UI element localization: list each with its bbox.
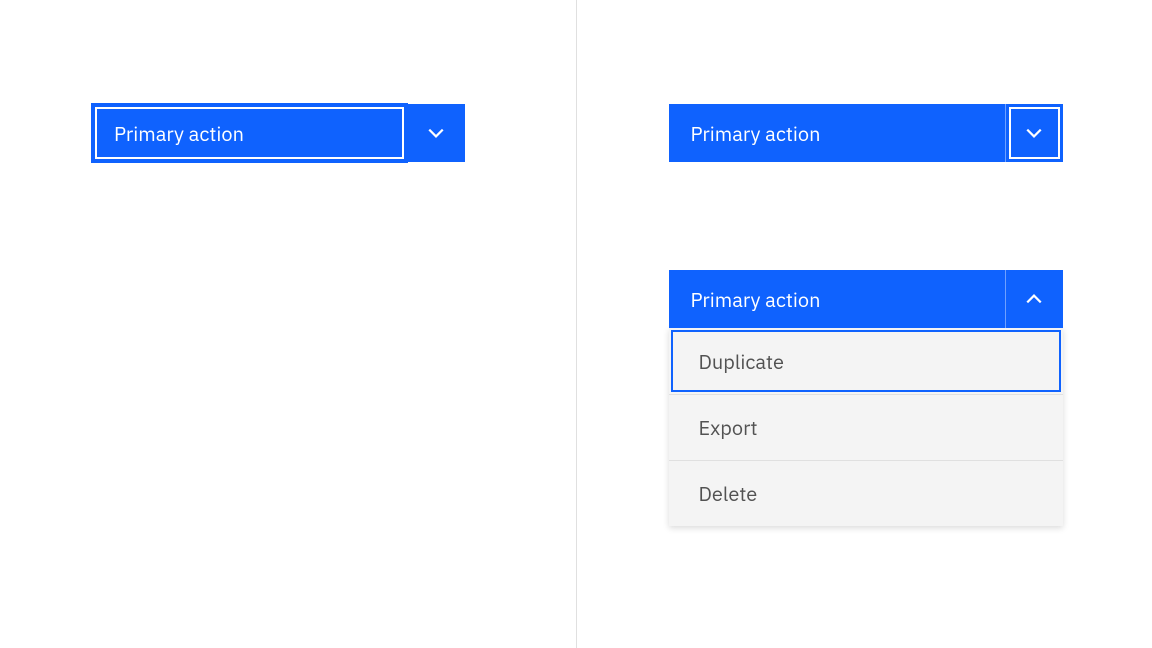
menu-trigger-button[interactable] [1005,270,1063,328]
primary-action-button[interactable]: Primary action [669,104,1005,162]
left-pane: Primary action [0,0,576,648]
right-pane: Primary action Primary action [577,0,1152,648]
chevron-down-icon [1025,124,1043,142]
menu-item-label: Delete [699,480,758,507]
split-button-open: Primary action Duplicate Export Delete [669,270,1063,526]
menu-item-duplicate[interactable]: Duplicate [669,328,1063,394]
primary-action-button[interactable]: Primary action [92,104,407,162]
split-button: Primary action [92,104,465,162]
menu-item-delete[interactable]: Delete [669,460,1063,526]
split-button: Primary action [669,104,1063,162]
chevron-down-icon [427,124,445,142]
split-button: Primary action [669,270,1063,328]
primary-action-button[interactable]: Primary action [669,270,1005,328]
primary-action-label: Primary action [114,120,244,147]
menu-item-label: Duplicate [699,348,784,375]
chevron-up-icon [1025,290,1043,308]
menu-item-label: Export [699,414,758,441]
dropdown-menu: Duplicate Export Delete [669,328,1063,526]
menu-trigger-button[interactable] [1005,104,1063,162]
menu-trigger-button[interactable] [407,104,465,162]
primary-action-label: Primary action [691,120,821,147]
menu-item-export[interactable]: Export [669,394,1063,460]
primary-action-label: Primary action [691,286,821,313]
